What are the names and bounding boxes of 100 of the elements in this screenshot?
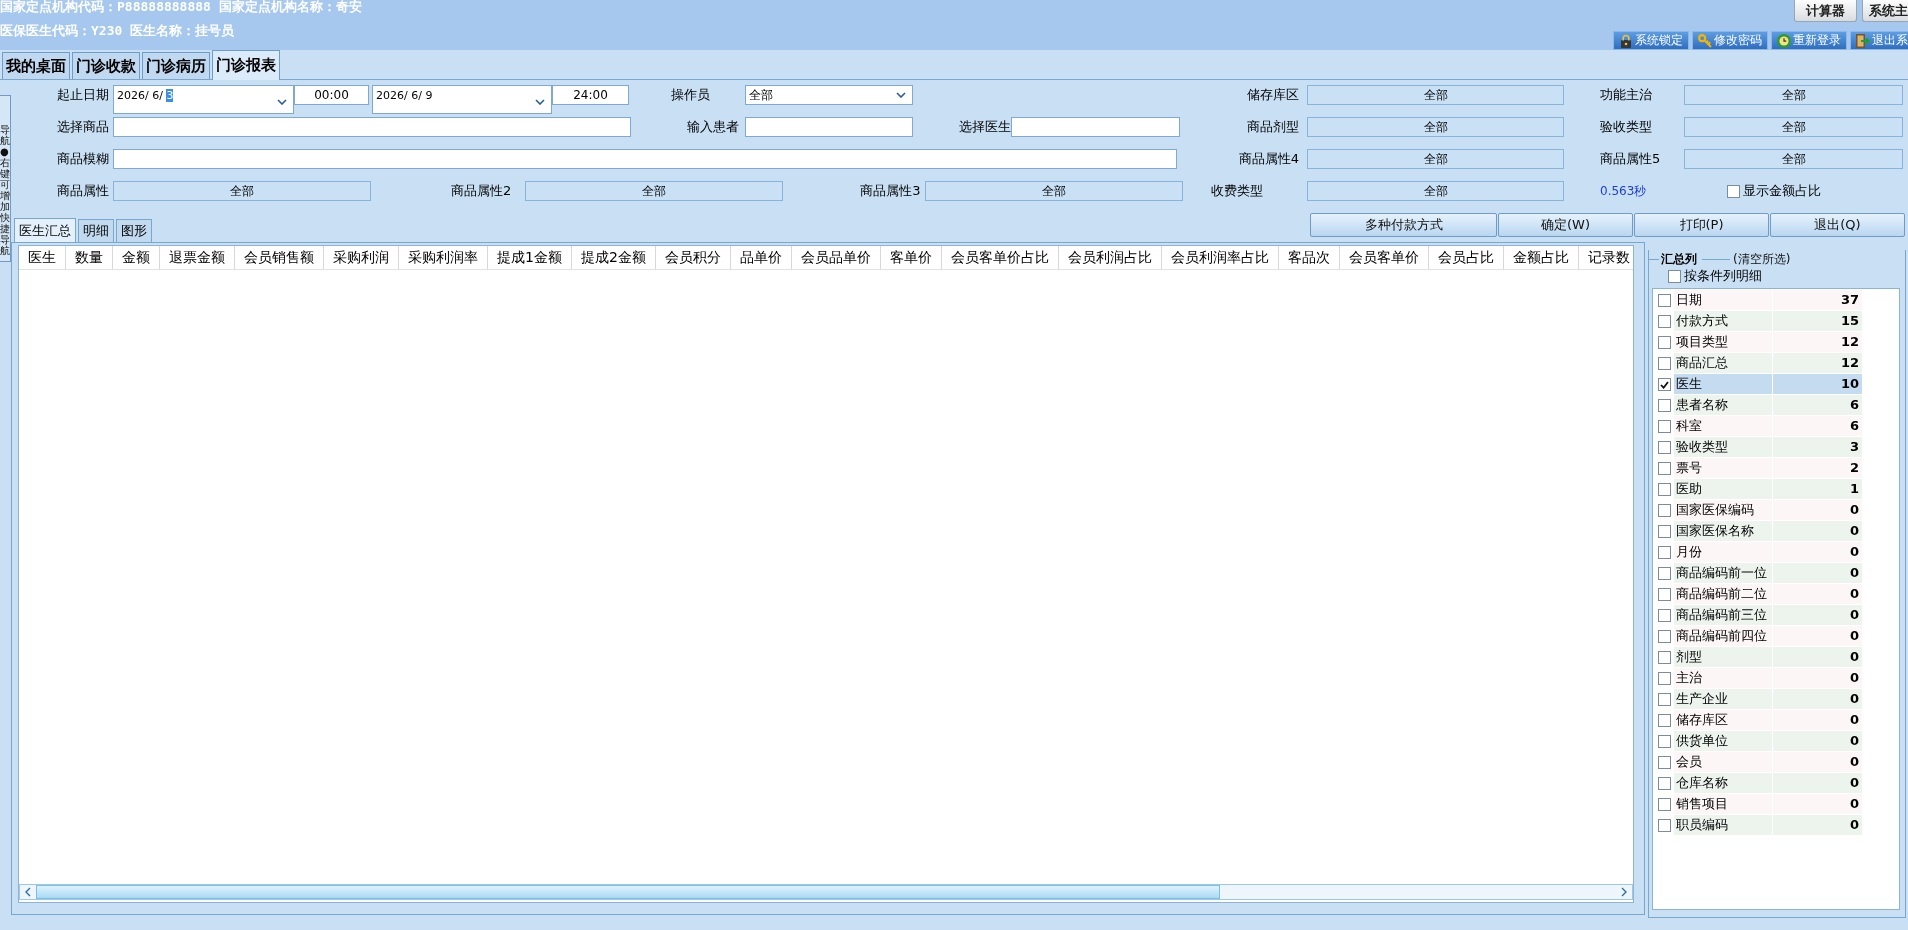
checkbox[interactable] (1658, 294, 1671, 307)
action-button[interactable]: 多种付款方式 (1310, 213, 1497, 237)
list-item-label[interactable]: 销售项目 (1674, 794, 1772, 814)
column-header[interactable]: 记录数 (1578, 246, 1631, 269)
list-item-label[interactable]: 医助 (1674, 479, 1772, 499)
checkbox[interactable] (1658, 336, 1671, 349)
list-item-label[interactable]: 医生 (1674, 374, 1772, 394)
view-tab[interactable]: 明细 (78, 219, 114, 242)
module-tab[interactable]: 门诊收款 (72, 52, 140, 79)
column-header[interactable]: 退票金额 (160, 246, 235, 269)
scrollbar-thumb[interactable] (36, 885, 1220, 899)
checkbox[interactable] (1658, 819, 1671, 832)
view-tab[interactable]: 图形 (116, 219, 152, 242)
action-button[interactable]: 确定(W) (1498, 213, 1633, 237)
checkbox[interactable] (1668, 269, 1681, 283)
list-item-label[interactable]: 生产企业 (1674, 689, 1772, 709)
picker-field[interactable]: 全部 (1307, 149, 1564, 169)
picker-field[interactable]: 全部 (1684, 149, 1903, 169)
checkbox[interactable] (1658, 357, 1671, 370)
column-header[interactable]: 会员占比 (1428, 246, 1504, 269)
column-header[interactable]: 提成1金额 (488, 246, 572, 269)
checkbox[interactable] (1658, 588, 1671, 601)
module-tab[interactable]: 我的桌面 (2, 52, 70, 79)
checkbox[interactable] (1658, 546, 1671, 559)
header-action-button[interactable]: 系统锁定 (1613, 31, 1689, 50)
column-header[interactable]: 提成2金额 (571, 246, 656, 269)
checkbox[interactable] (1658, 462, 1671, 475)
checkbox[interactable] (1658, 735, 1671, 748)
list-item-label[interactable]: 商品编码前三位 (1674, 605, 1772, 625)
column-header[interactable]: 金额占比 (1503, 246, 1579, 269)
action-button[interactable]: 退出(Q) (1770, 213, 1905, 237)
list-item-label[interactable]: 国家医保编码 (1674, 500, 1772, 520)
checkbox[interactable] (1658, 756, 1671, 769)
column-header[interactable]: 客单价 (880, 246, 942, 269)
checkbox[interactable] (1658, 525, 1671, 538)
list-item-label[interactable]: 主治 (1674, 668, 1772, 688)
header-action-button[interactable]: 退出系 (1850, 31, 1908, 50)
checkbox[interactable] (1658, 651, 1671, 664)
list-item-label[interactable]: 商品编码前二位 (1674, 584, 1772, 604)
view-tab[interactable]: 医生汇总 (14, 218, 76, 242)
list-item-label[interactable]: 项目类型 (1674, 332, 1772, 352)
horizontal-scrollbar[interactable] (19, 884, 1633, 900)
column-header[interactable]: 会员利润占比 (1058, 246, 1162, 269)
column-header[interactable]: 数量 (66, 246, 113, 269)
column-header[interactable]: 会员积分 (655, 246, 731, 269)
column-header[interactable]: 会员客单价 (1339, 246, 1429, 269)
checkbox[interactable] (1658, 399, 1671, 412)
list-item-label[interactable]: 票号 (1674, 458, 1772, 478)
list-item-label[interactable]: 商品汇总 (1674, 353, 1772, 373)
list-item-label[interactable]: 仓库名称 (1674, 773, 1772, 793)
dropdown-field[interactable]: 全部 (745, 85, 913, 105)
action-button[interactable]: 打印(P) (1634, 213, 1769, 237)
module-tab[interactable]: 门诊病历 (142, 52, 210, 79)
checkbox[interactable] (1658, 315, 1671, 328)
picker-field[interactable]: 全部 (525, 181, 784, 201)
checkbox[interactable] (1658, 672, 1671, 685)
column-header[interactable]: 品单价 (730, 246, 792, 269)
list-item-label[interactable]: 科室 (1674, 416, 1772, 436)
list-item-label[interactable]: 储存库区 (1674, 710, 1772, 730)
checkbox[interactable] (1658, 609, 1671, 622)
checkbox[interactable] (1658, 483, 1671, 496)
picker-field[interactable]: 全部 (1307, 117, 1564, 137)
checkbox[interactable] (1658, 441, 1671, 454)
checkbox[interactable] (1658, 378, 1671, 391)
list-item-label[interactable]: 验收类型 (1674, 437, 1772, 457)
checkbox[interactable] (1658, 714, 1671, 727)
header-action-button[interactable]: 重新登录 (1771, 31, 1847, 50)
input-field[interactable] (113, 117, 631, 137)
list-item-label[interactable]: 会员 (1674, 752, 1772, 772)
input-field[interactable] (745, 117, 913, 137)
list-item-label[interactable]: 供货单位 (1674, 731, 1772, 751)
time-field[interactable]: 24:00 (552, 85, 629, 105)
checkbox[interactable] (1658, 798, 1671, 811)
checkbox[interactable] (1658, 630, 1671, 643)
clear-selection-link[interactable]: (清空所选) (1733, 250, 1791, 268)
picker-field[interactable]: 全部 (924, 181, 1183, 201)
picker-field[interactable]: 全部 (1684, 85, 1903, 105)
list-item-label[interactable]: 患者名称 (1674, 395, 1772, 415)
column-header[interactable]: 会员销售额 (235, 246, 324, 269)
header-tool-button[interactable]: 计算器 (1794, 0, 1857, 22)
checkbox[interactable] (1727, 184, 1740, 198)
column-header[interactable]: 会员品单价 (791, 246, 881, 269)
column-header[interactable]: 客品次 (1278, 246, 1340, 269)
header-action-button[interactable]: 修改密码 (1692, 31, 1768, 50)
checkbox[interactable] (1658, 693, 1671, 706)
list-item-label[interactable]: 商品编码前四位 (1674, 626, 1772, 646)
input-field[interactable] (113, 149, 1177, 169)
column-header[interactable]: 会员利润率占比 (1161, 246, 1279, 269)
picker-field[interactable]: 全部 (1307, 181, 1564, 201)
picker-field[interactable]: 全部 (1307, 85, 1564, 105)
input-field[interactable] (1011, 117, 1180, 137)
checkbox[interactable] (1658, 777, 1671, 790)
date-field[interactable]: 2026/ 6/ 3 (113, 85, 294, 114)
column-header[interactable]: 会员客单价占比 (941, 246, 1059, 269)
column-header[interactable]: 采购利润 (324, 246, 399, 269)
checkbox[interactable] (1658, 420, 1671, 433)
checkbox[interactable] (1658, 567, 1671, 580)
picker-field[interactable]: 全部 (113, 181, 371, 201)
column-header[interactable]: 金额 (113, 246, 160, 269)
list-item-label[interactable]: 剂型 (1674, 647, 1772, 667)
